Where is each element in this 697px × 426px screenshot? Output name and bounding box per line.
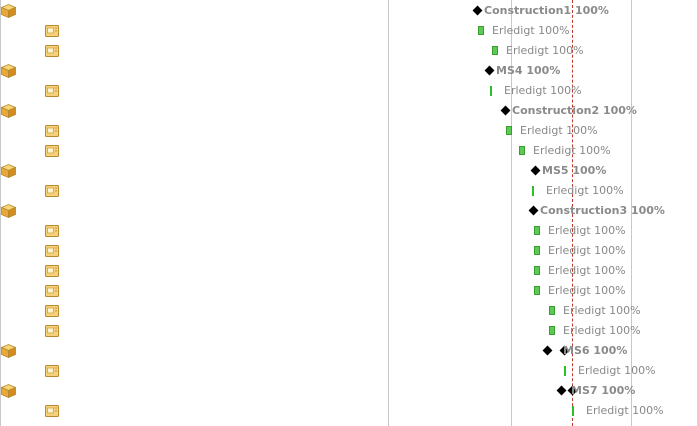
milestone-bar[interactable] [564, 366, 566, 376]
milestone-diamond [472, 5, 483, 16]
task-progress-label: Erledigt 100% [546, 184, 624, 197]
version-row [1, 381, 44, 401]
task-progress-label: Erledigt 100% [492, 24, 570, 37]
version-progress-label: MS6 100% [563, 344, 628, 357]
version-progress-label: Construction2 100% [512, 104, 637, 117]
ticket-icon [45, 305, 59, 317]
milestone-diamond [556, 385, 567, 396]
package-icon [1, 64, 16, 78]
task-progress-label: Erledigt 100% [578, 364, 656, 377]
version-row [1, 201, 44, 221]
milestone-bar[interactable] [490, 86, 492, 96]
package-icon [1, 384, 16, 398]
milestone-bar[interactable] [532, 186, 534, 196]
task-bar[interactable] [519, 146, 525, 155]
milestone-bar[interactable] [572, 406, 574, 416]
ticket-icon [45, 285, 59, 297]
ticket-icon [45, 125, 59, 137]
milestone-diamond [500, 105, 511, 116]
ticket-icon [45, 405, 59, 417]
task-progress-label: Erledigt 100% [520, 124, 598, 137]
task-bar[interactable] [492, 46, 498, 55]
feature-row [1, 41, 64, 61]
version-progress-label: MS7 100% [571, 384, 636, 397]
ticket-icon [45, 365, 59, 377]
ticket-icon [45, 325, 59, 337]
task-bar[interactable] [549, 326, 555, 335]
feature-row [1, 261, 64, 281]
feature-row [1, 141, 64, 161]
package-icon [1, 4, 16, 18]
task-progress-label: Erledigt 100% [548, 264, 626, 277]
task-bar[interactable] [534, 226, 540, 235]
version-row [1, 1, 44, 21]
version-progress-label: Construction1 100% [484, 4, 609, 17]
ticket-icon [45, 265, 59, 277]
version-row [1, 341, 44, 361]
gantt-chart-area: Construction1 100% Erledigt 100% Erledigt … [389, 0, 697, 426]
task-progress-label: Erledigt 100% [586, 404, 664, 417]
ticket-icon [45, 185, 59, 197]
feature-row [1, 121, 64, 141]
package-icon [1, 344, 16, 358]
feature-row [1, 221, 64, 241]
version-row [1, 101, 44, 121]
ticket-icon [45, 145, 59, 157]
milestone-diamond [530, 165, 541, 176]
task-bar[interactable] [506, 126, 512, 135]
task-progress-label: Erledigt 100% [506, 44, 584, 57]
ticket-icon [45, 25, 59, 37]
ticket-icon [45, 85, 59, 97]
feature-row [1, 181, 64, 201]
feature-row [1, 401, 64, 421]
feature-row [1, 21, 64, 41]
ticket-icon [45, 45, 59, 57]
task-progress-label: Erledigt 100% [533, 144, 611, 157]
task-bar[interactable] [549, 306, 555, 315]
feature-row [1, 321, 64, 341]
feature-row [1, 301, 64, 321]
task-bar[interactable] [534, 266, 540, 275]
task-bar[interactable] [534, 246, 540, 255]
version-row [1, 161, 44, 181]
feature-row [1, 281, 64, 301]
milestone-diamond [528, 205, 539, 216]
ticket-icon [45, 245, 59, 257]
version-row [1, 61, 44, 81]
milestone-diamond [542, 345, 553, 356]
task-progress-label: Erledigt 100% [563, 304, 641, 317]
version-progress-label: MS4 100% [496, 64, 561, 77]
feature-row [1, 81, 64, 101]
feature-row [1, 241, 64, 261]
task-progress-label: Erledigt 100% [504, 84, 582, 97]
task-bar[interactable] [534, 286, 540, 295]
gantt-subjects-column [0, 0, 389, 426]
package-icon [1, 204, 16, 218]
task-progress-label: Erledigt 100% [563, 324, 641, 337]
package-icon [1, 164, 16, 178]
task-bar[interactable] [478, 26, 484, 35]
milestone-diamond [484, 65, 495, 76]
feature-row [1, 361, 64, 381]
package-icon [1, 104, 16, 118]
version-progress-label: MS5 100% [542, 164, 607, 177]
task-progress-label: Erledigt 100% [548, 224, 626, 237]
task-progress-label: Erledigt 100% [548, 244, 626, 257]
version-progress-label: Construction3 100% [540, 204, 665, 217]
ticket-icon [45, 225, 59, 237]
task-progress-label: Erledigt 100% [548, 284, 626, 297]
